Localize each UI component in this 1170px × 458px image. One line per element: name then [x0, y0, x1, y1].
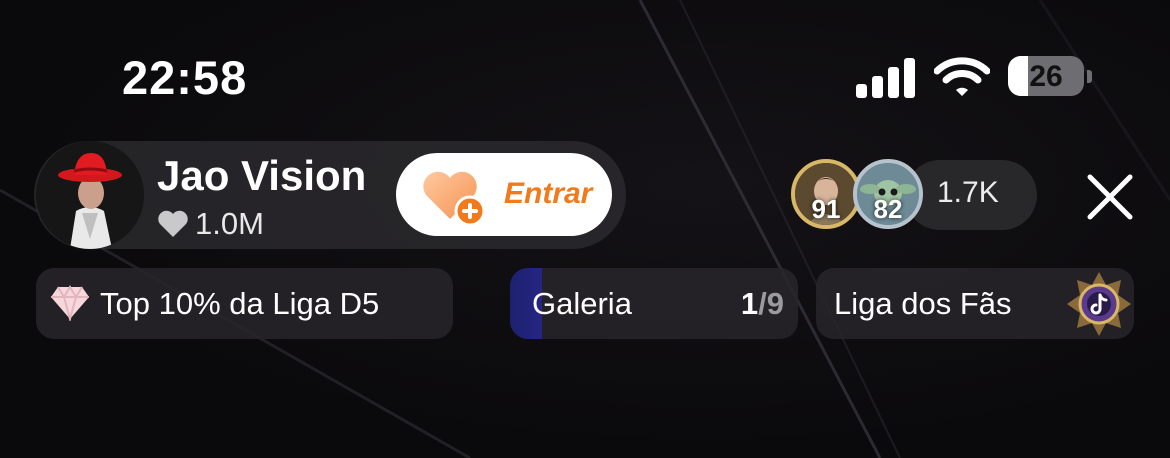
likes-count: 1.0M: [195, 206, 264, 241]
gallery-label: Galeria: [532, 286, 632, 321]
live-stream-screen: 22:58 26 Jao Vision 1.0M Entrar 1.7K 91 …: [0, 0, 1170, 458]
follow-button[interactable]: Entrar: [396, 153, 612, 236]
gallery-separator: /: [758, 286, 767, 321]
top-viewer-2[interactable]: 82: [853, 159, 923, 229]
league-rank-label: Top 10% da Liga D5: [100, 286, 380, 321]
host-name[interactable]: Jao Vision: [157, 152, 366, 200]
battery-level-text: 26: [1029, 60, 1063, 93]
status-time: 22:58: [122, 51, 248, 104]
fan-league-badge-icon: [1067, 272, 1131, 336]
gallery-total: 9: [766, 286, 784, 321]
fan-league-chip[interactable]: Liga dos Fãs: [816, 268, 1134, 339]
heart-icon: [158, 210, 188, 237]
heart-plus-icon: [423, 171, 486, 227]
cellular-signal-icon: [856, 58, 915, 98]
viewer-count[interactable]: 1.7K: [937, 176, 999, 210]
diamond-icon: [51, 285, 89, 321]
wifi-icon: [934, 57, 990, 96]
fan-league-label: Liga dos Fãs: [834, 286, 1012, 321]
battery-tip: [1087, 70, 1092, 83]
gallery-chip[interactable]: Galeria 1/9: [510, 268, 798, 339]
viewer-rank: 91: [811, 194, 841, 224]
avatar-image: [36, 141, 144, 249]
host-likes: 1.0M: [157, 206, 264, 242]
close-icon[interactable]: [1085, 172, 1135, 222]
gallery-current: 1: [740, 286, 759, 321]
host-avatar[interactable]: [36, 141, 144, 249]
league-rank-chip[interactable]: Top 10% da Liga D5: [36, 268, 453, 339]
gallery-counter: 1/9: [741, 286, 784, 322]
follow-label: Entrar: [504, 177, 593, 210]
top-viewer-1[interactable]: 91: [791, 159, 861, 229]
battery-icon: 26: [1008, 56, 1084, 96]
viewer-rank: 82: [873, 194, 903, 224]
